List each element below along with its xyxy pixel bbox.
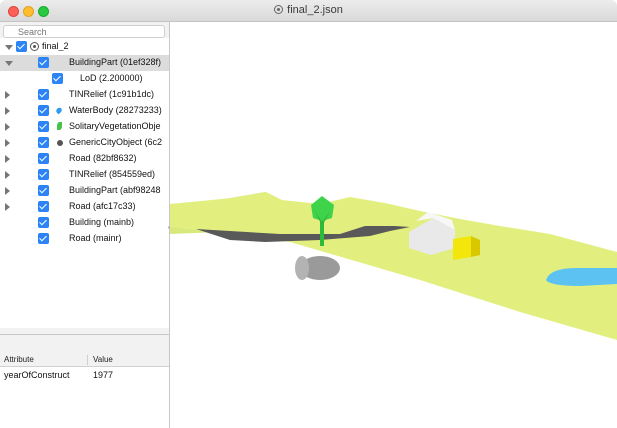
3d-viewport[interactable] — [170, 22, 617, 428]
file-icon — [30, 42, 39, 51]
tree-root-row[interactable]: final_2 — [0, 39, 169, 55]
visibility-checkbox[interactable] — [38, 169, 49, 180]
tree-item-label: SolitaryVegetationObje — [69, 121, 161, 131]
sidebar: final_2 BuildingPart (01ef328f) LoD (2.2… — [0, 22, 170, 428]
tree-root-label: final_2 — [42, 41, 69, 51]
cylinder-end — [295, 256, 309, 280]
attribute-table: yearOfConstruct 1977 — [0, 367, 169, 428]
visibility-checkbox[interactable] — [38, 89, 49, 100]
water-body — [546, 268, 617, 286]
3d-scene[interactable] — [170, 22, 617, 428]
disclosure-open-icon[interactable] — [5, 45, 13, 50]
window-title-text: final_2.json — [287, 4, 343, 16]
tree-item-label: BuildingPart (abf98248 — [69, 185, 161, 195]
disclosure-closed-icon[interactable] — [5, 187, 10, 195]
column-divider[interactable] — [87, 355, 88, 365]
tree-item-row[interactable]: BuildingPart (01ef328f) — [0, 55, 169, 71]
app-window: final_2.json final_2 BuildingPart (01ef3… — [0, 0, 617, 428]
building-part-front — [453, 236, 471, 260]
tree-item-row[interactable]: TINRelief (1c91b1dc) — [0, 87, 169, 103]
tree-item-row[interactable]: LoD (2.200000) — [0, 71, 169, 87]
tree-item-label: Road (82bf8632) — [69, 153, 137, 163]
tree-item-label: BuildingPart (01ef328f) — [69, 57, 162, 67]
tree-item-row[interactable]: SolitaryVegetationObje — [0, 119, 169, 135]
search-input[interactable] — [3, 25, 165, 38]
visibility-checkbox[interactable] — [38, 121, 49, 132]
window-title: final_2.json — [0, 4, 617, 16]
title-bar[interactable]: final_2.json — [0, 0, 617, 22]
disclosure-closed-icon[interactable] — [5, 123, 10, 131]
attribute-table-header: Attribute Value — [0, 352, 169, 367]
visibility-checkbox[interactable] — [38, 201, 49, 212]
tree-item-row[interactable]: Road (82bf8632) — [0, 151, 169, 167]
attribute-column-header[interactable]: Attribute — [4, 355, 34, 364]
visibility-checkbox[interactable] — [52, 73, 63, 84]
tree-item-label: WaterBody (28273233) — [69, 105, 162, 115]
generic-city-object — [295, 256, 340, 280]
visibility-checkbox[interactable] — [38, 105, 49, 116]
leaf-icon — [57, 122, 62, 130]
disclosure-closed-icon[interactable] — [5, 155, 10, 163]
object-tree: final_2 BuildingPart (01ef328f) LoD (2.2… — [0, 38, 169, 328]
generic-object-icon — [57, 140, 63, 146]
visibility-checkbox[interactable] — [16, 41, 27, 52]
tree-item-row[interactable]: Road (mainr) — [0, 231, 169, 247]
tree-item-row[interactable]: TINRelief (854559ed) — [0, 167, 169, 183]
visibility-checkbox[interactable] — [38, 233, 49, 244]
disclosure-closed-icon[interactable] — [5, 139, 10, 147]
water-drop-icon — [55, 106, 63, 115]
document-icon — [274, 5, 284, 14]
tree-item-row[interactable]: BuildingPart (abf98248 — [0, 183, 169, 199]
visibility-checkbox[interactable] — [38, 185, 49, 196]
visibility-checkbox[interactable] — [38, 57, 49, 68]
pane-splitter[interactable] — [0, 334, 169, 335]
attribute-value-cell[interactable]: 1977 — [93, 370, 113, 380]
disclosure-closed-icon[interactable] — [5, 107, 10, 115]
tree-item-label: LoD (2.200000) — [80, 73, 143, 83]
tree-item-row[interactable]: WaterBody (28273233) — [0, 103, 169, 119]
tree-item-label: Road (afc17c33) — [69, 201, 136, 211]
terrain-surface — [170, 192, 617, 340]
visibility-checkbox[interactable] — [38, 137, 49, 148]
disclosure-closed-icon[interactable] — [5, 203, 10, 211]
visibility-checkbox[interactable] — [38, 217, 49, 228]
attribute-name-cell[interactable]: yearOfConstruct — [4, 370, 70, 380]
tree-item-label: Building (mainb) — [69, 217, 135, 227]
tree-crown — [311, 196, 334, 221]
tree-item-row[interactable]: GenericCityObject (6c2 — [0, 135, 169, 151]
disclosure-closed-icon[interactable] — [5, 91, 10, 99]
tree-item-label: TINRelief (1c91b1dc) — [69, 89, 155, 99]
tree-item-label: Road (mainr) — [69, 233, 122, 243]
tree-item-label: TINRelief (854559ed) — [69, 169, 156, 179]
visibility-checkbox[interactable] — [38, 153, 49, 164]
tree-item-row[interactable]: Building (mainb) — [0, 215, 169, 231]
tree-item-label: GenericCityObject (6c2 — [69, 137, 163, 147]
value-column-header[interactable]: Value — [93, 355, 113, 364]
disclosure-closed-icon[interactable] — [5, 171, 10, 179]
tree-item-row[interactable]: Road (afc17c33) — [0, 199, 169, 215]
disclosure-open-icon[interactable] — [5, 61, 13, 66]
